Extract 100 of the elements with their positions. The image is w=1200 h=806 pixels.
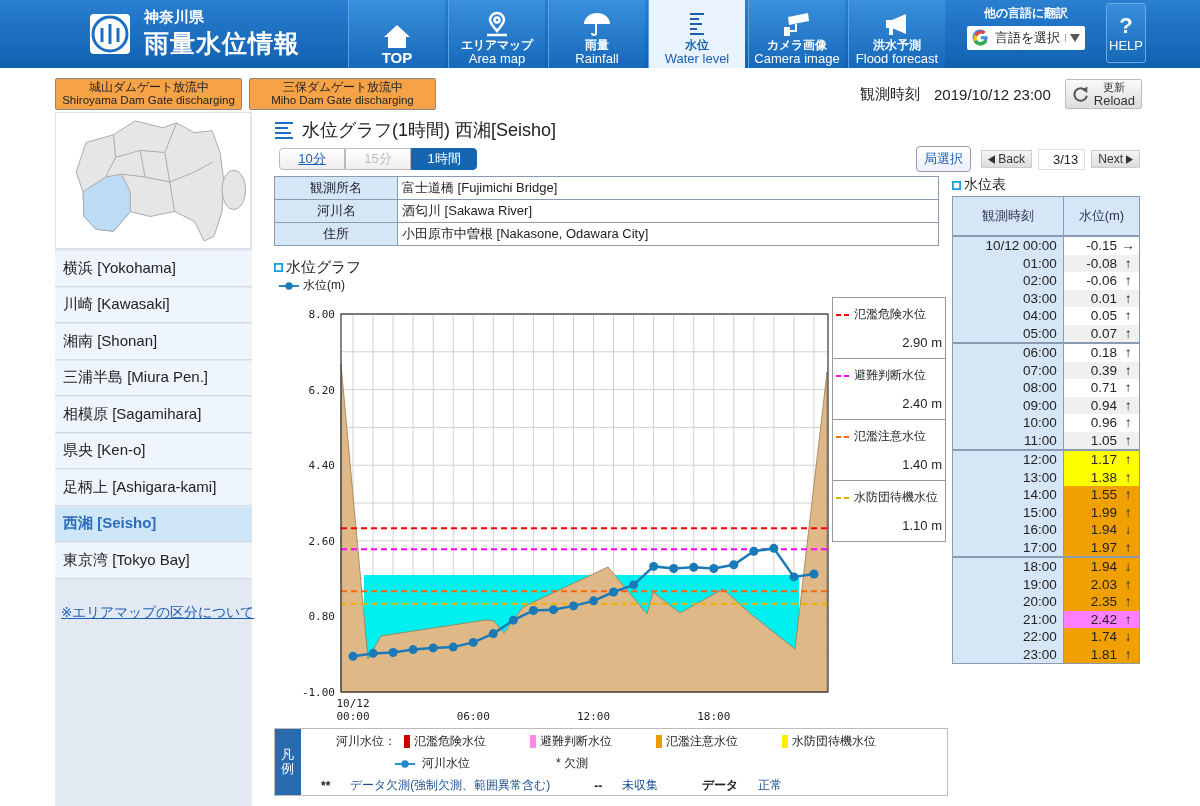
reload-button[interactable]: 更新 Reload xyxy=(1064,79,1142,109)
x-tick-label: 12:00 xyxy=(576,710,611,723)
area-map-info-link[interactable]: ※エリアマップの区分について xyxy=(61,603,252,622)
data-point xyxy=(388,648,398,657)
time-cell: 02:00 xyxy=(952,272,1064,290)
dam-discharge-notice[interactable]: 城山ダムゲート放流中 Shiroyama Dam Gate discharging xyxy=(55,78,242,110)
data-point xyxy=(709,564,719,573)
time-cell: 12:00 xyxy=(952,450,1064,469)
station-select-button[interactable]: 局選択 xyxy=(916,146,972,172)
threshold-name: 水防団待機水位 xyxy=(854,489,939,506)
note-mark: -- xyxy=(594,778,603,793)
swatch-label: 水防団待機水位 xyxy=(792,733,876,750)
square-bullet-icon xyxy=(952,180,961,190)
translate-logo-icon xyxy=(972,29,990,47)
nav-tab[interactable]: 雨量 Rainfall xyxy=(548,0,645,68)
graph-heading: 水位グラフ xyxy=(286,258,361,277)
home-icon xyxy=(382,23,412,49)
nav-tab[interactable]: TOP xyxy=(348,0,445,68)
y-tick-label: 2.60 xyxy=(308,534,335,548)
data-point xyxy=(428,643,438,653)
next-button[interactable]: Next xyxy=(1091,150,1140,168)
info-value: 富士道橋 [Fujimichi Bridge] xyxy=(397,176,939,200)
threshold-name: 氾濫危険水位 xyxy=(854,306,927,323)
series-legend-label: 水位(m) xyxy=(303,277,345,294)
series-line-marker-icon xyxy=(278,280,300,291)
area-list-item[interactable]: 横浜 [Yokohama] xyxy=(55,251,252,287)
info-value: 酒匂川 [Sakawa River] xyxy=(397,199,939,223)
nav-tab[interactable]: カメラ画像 Camera image xyxy=(748,0,845,68)
y-tick-label: 0.80 xyxy=(308,610,335,624)
page-position: 3/13 xyxy=(1038,148,1086,170)
area-list-item[interactable]: 足柄上 [Ashigara-kami] xyxy=(55,470,252,506)
time-cell: 16:00 xyxy=(952,521,1064,539)
y-tick-label: 8.00 xyxy=(308,308,335,321)
info-label: 観測所名 xyxy=(274,176,398,200)
site-title: 雨量水位情報 xyxy=(144,28,300,59)
area-list-item[interactable]: 東京湾 [Tokyo Bay] xyxy=(55,543,252,579)
nav-tab[interactable]: 水位 Water level xyxy=(648,0,745,68)
next-triangle-icon xyxy=(1126,154,1133,164)
info-label: 河川名 xyxy=(274,199,398,223)
area-list-item[interactable]: 川崎 [Kawasaki] xyxy=(55,287,252,323)
nav-tab[interactable]: エリアマップ Area map xyxy=(448,0,545,68)
swatch-label: 氾濫危険水位 xyxy=(414,733,486,750)
area-list-item[interactable]: 三浦半島 [Miura Pen.] xyxy=(55,360,252,396)
area-list-item[interactable]: 県央 [Ken-o] xyxy=(55,433,252,469)
level-cell: 2.35 ↑ xyxy=(1063,593,1140,611)
data-point xyxy=(408,645,418,655)
note-mark: ** xyxy=(321,778,331,793)
time-cell: 14:00 xyxy=(952,486,1064,504)
time-cell: 10:00 xyxy=(952,414,1064,432)
level-cell: 0.05 ↑ xyxy=(1063,307,1140,325)
interval-tab[interactable]: 10分 xyxy=(279,148,345,170)
data-point xyxy=(609,587,619,597)
threshold-value: 2.40 m xyxy=(902,396,942,411)
nav-tab[interactable]: 洪水予測 Flood forecast xyxy=(848,0,945,68)
observed-time: 2019/10/12 23:00 xyxy=(934,85,1051,103)
observed-time-label: 観測時刻 xyxy=(860,84,920,104)
data-point xyxy=(368,648,378,658)
page-title: 水位グラフ(1時間) 西湘[Seisho] xyxy=(302,119,557,142)
data-point xyxy=(629,580,639,590)
column-header: 水位(m) xyxy=(1063,196,1140,236)
translate-label: 他の言語に翻訳 xyxy=(984,5,1068,22)
data-point xyxy=(589,596,598,606)
level-cell: 0.71 ↑ xyxy=(1063,379,1140,397)
site-logo[interactable]: 神奈川県 雨量水位情報 xyxy=(0,0,340,68)
y-tick-label: 4.40 xyxy=(308,459,335,473)
list-lines-icon xyxy=(274,121,294,139)
back-triangle-icon xyxy=(988,154,996,164)
area-list-item[interactable]: 西湘 [Seisho] xyxy=(55,506,252,542)
data-point xyxy=(749,546,759,556)
data-point xyxy=(448,642,458,652)
area-map-drawing[interactable] xyxy=(55,112,251,249)
time-cell: 18:00 xyxy=(952,557,1064,576)
data-point xyxy=(789,572,799,582)
data-point xyxy=(548,605,558,615)
data-point xyxy=(569,601,578,611)
back-button[interactable]: Back xyxy=(981,150,1032,168)
note-label: 未収集 xyxy=(622,777,659,794)
umbrella-icon xyxy=(582,11,612,37)
threshold-value: 1.10 m xyxy=(902,518,942,533)
dam-discharge-notice[interactable]: 三保ダムゲート放流中 Miho Dam Gate discharging xyxy=(249,78,436,110)
line-legend-label: 河川水位 xyxy=(422,755,470,772)
level-cell: -0.15 → xyxy=(1063,236,1140,255)
note-label: 正常 xyxy=(758,777,783,794)
time-cell: 10/12 00:00 xyxy=(952,236,1064,255)
note-label: データ欠測(強制欠測、範囲異常含む) xyxy=(350,777,551,794)
language-select[interactable]: 言語を選択 xyxy=(967,26,1085,50)
prefecture-name: 神奈川県 xyxy=(144,8,205,27)
caret-icon xyxy=(1065,34,1080,42)
data-point xyxy=(488,629,498,639)
date-label: 10/12 xyxy=(336,697,370,710)
help-button[interactable]: ? HELP xyxy=(1106,3,1146,63)
area-list-item[interactable]: 相模原 [Sagamihara] xyxy=(55,397,252,433)
y-tick-label: 6.20 xyxy=(308,383,335,397)
area-list-item[interactable]: 湘南 [Shonan] xyxy=(55,324,252,360)
threshold-value: 2.90 m xyxy=(902,335,942,350)
data-point xyxy=(689,562,699,572)
interval-tab[interactable]: 1時間 xyxy=(411,148,477,170)
level-cell: 0.18 ↑ xyxy=(1063,343,1140,362)
time-cell: 20:00 xyxy=(952,593,1064,611)
level-cell: 0.96 ↑ xyxy=(1063,414,1140,432)
